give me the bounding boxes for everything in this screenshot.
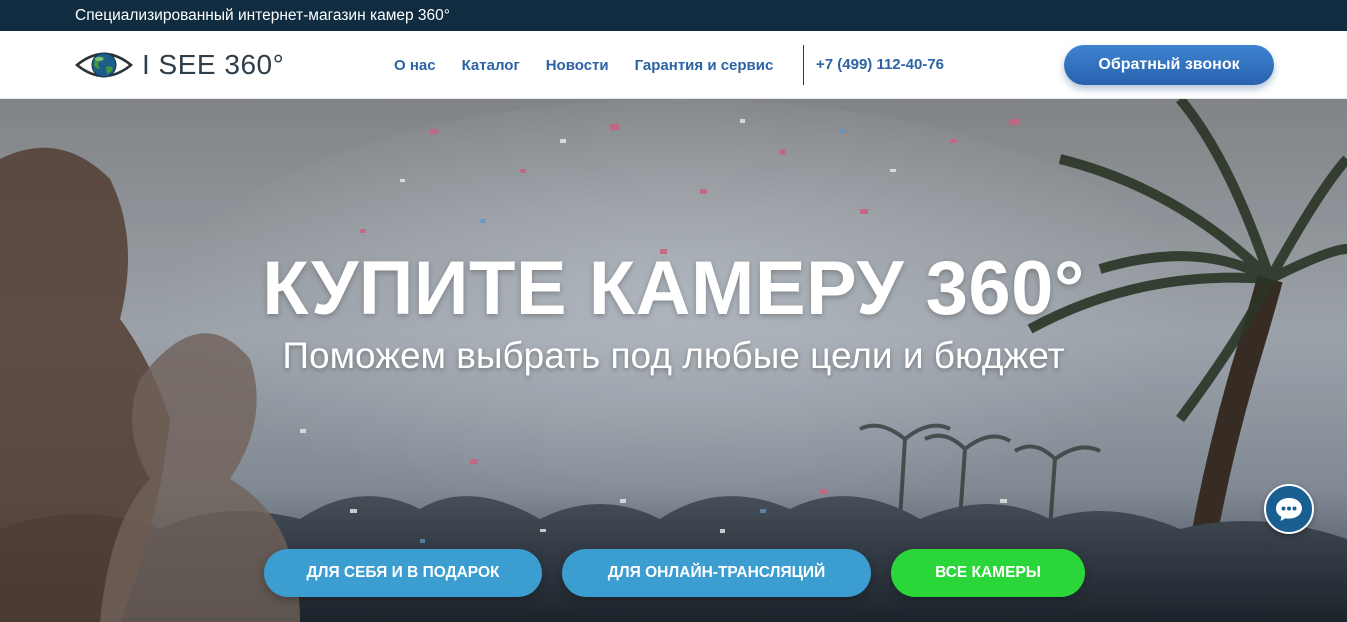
- eye-globe-icon: [75, 52, 133, 78]
- nav-link-catalog[interactable]: Каталог: [462, 57, 520, 74]
- hero-banner: КУПИТЕ КАМЕРУ 360° Поможем выбрать под л…: [0, 99, 1347, 622]
- main-nav: О нас Каталог Новости Гарантия и сервис: [394, 31, 799, 99]
- hero-subtitle: Поможем выбрать под любые цели и бюджет: [282, 335, 1065, 376]
- for-yourself-and-gift-button[interactable]: ДЛЯ СЕБЯ И В ПОДАРОК: [264, 549, 542, 597]
- nav-link-warranty[interactable]: Гарантия и сервис: [635, 57, 774, 74]
- nav-link-about[interactable]: О нас: [394, 57, 436, 74]
- all-cameras-button[interactable]: ВСЕ КАМЕРЫ: [891, 549, 1085, 597]
- store-tagline: Специализированный интернет-магазин каме…: [75, 7, 450, 24]
- nav-link-news[interactable]: Новости: [546, 57, 609, 74]
- for-online-streaming-button[interactable]: ДЛЯ ОНЛАЙН-ТРАНСЛЯЦИЙ: [562, 549, 871, 597]
- hero-title: КУПИТЕ КАМЕРУ 360°: [262, 246, 1085, 331]
- top-bar: Специализированный интернет-магазин каме…: [0, 0, 1347, 31]
- site-logo[interactable]: I SEE 360°: [75, 46, 284, 84]
- callback-button[interactable]: Обратный звонок: [1064, 45, 1274, 85]
- phone-number[interactable]: +7 (499) 112-40-76: [816, 31, 944, 99]
- site-header: I SEE 360° О нас Каталог Новости Гаранти…: [0, 31, 1347, 99]
- chat-widget-button[interactable]: [1264, 484, 1314, 534]
- chat-icon: [1276, 498, 1302, 521]
- nav-divider: [803, 45, 804, 85]
- logo-text: I SEE 360°: [142, 49, 285, 80]
